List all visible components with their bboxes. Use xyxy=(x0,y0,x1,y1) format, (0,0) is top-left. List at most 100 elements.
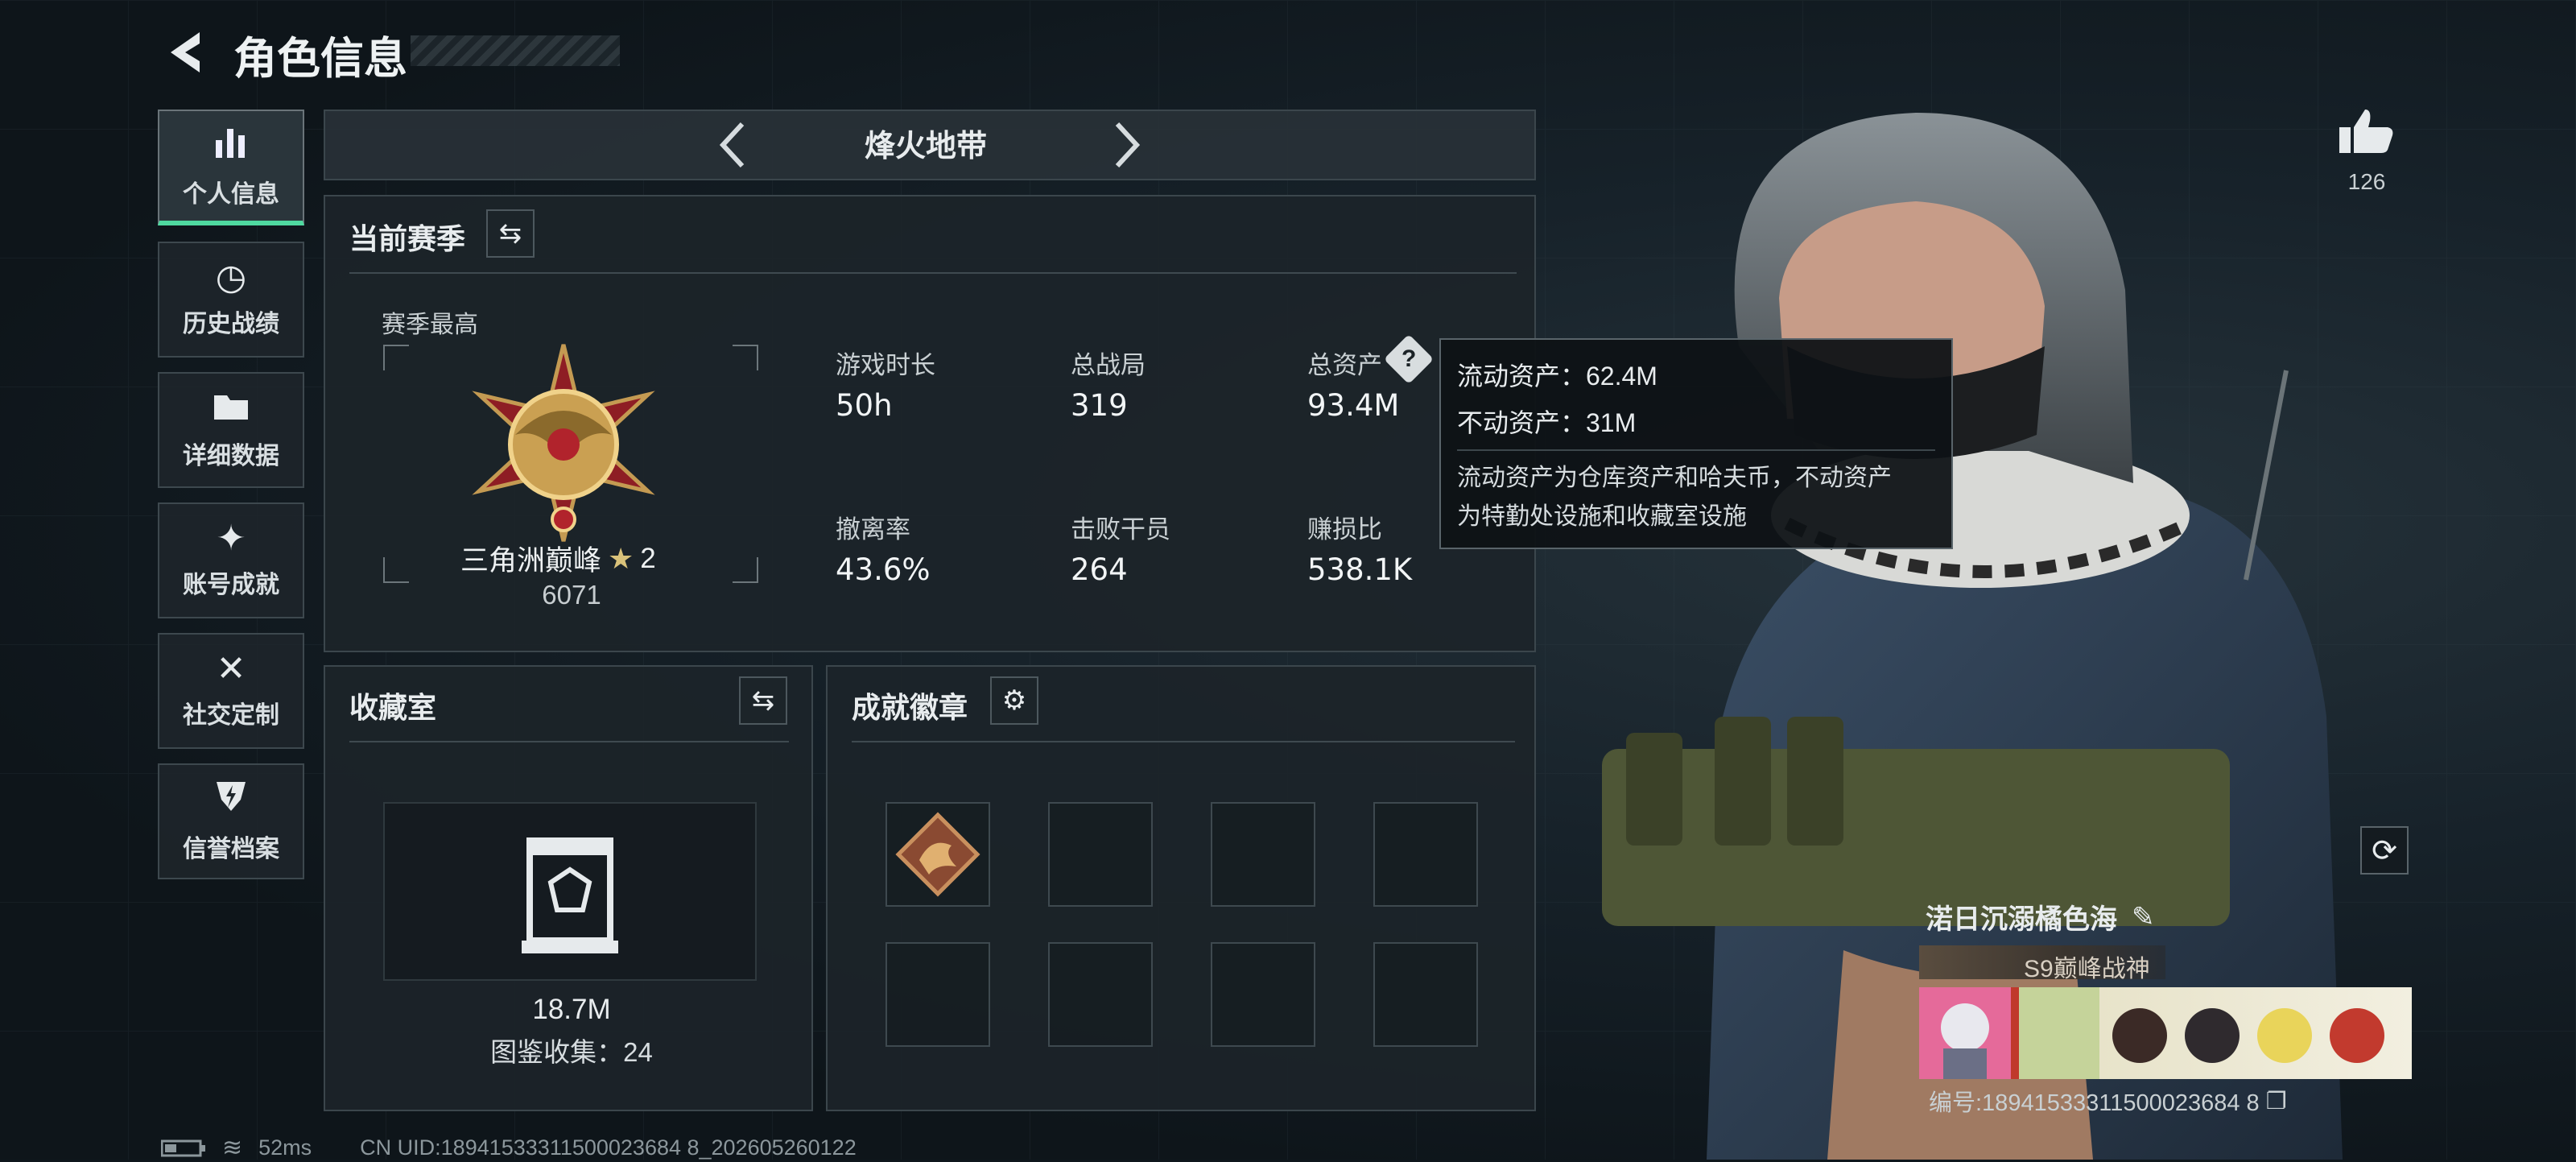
stat-label: 赚损比 xyxy=(1307,515,1382,544)
tooltip-fixed: 不动资产：31M xyxy=(1457,408,1637,437)
stat-value: 538.1K xyxy=(1307,552,1413,587)
sidebar-item-reputation[interactable]: 信誉档案 xyxy=(158,763,304,879)
badge-slot[interactable] xyxy=(1373,802,1478,907)
thumbs-up-icon xyxy=(2339,110,2393,153)
star-icon: ★ xyxy=(608,541,634,575)
status-bar: ≋ 52ms CN UID:18941533311500023684 8_202… xyxy=(161,1134,857,1162)
ping-value: 52ms xyxy=(258,1135,312,1160)
profile-name: 渃日沉溺橘色海 xyxy=(1926,904,2117,935)
title-badge-text: S9巅峰战神 xyxy=(2024,956,2150,982)
asset-tooltip: 流动资产：62.4M 不动资产：31M 流动资产为仓库资产和哈夫币，不动资产 为… xyxy=(1439,338,1953,549)
like-button[interactable] xyxy=(2334,105,2407,161)
profile-id: 编号:18941533311500023684 8 xyxy=(1929,1090,2260,1116)
rank-score: 6071 xyxy=(542,580,601,610)
badge-slot[interactable] xyxy=(1048,802,1153,907)
rank-name-row: 三角洲巅峰 ★ 2 xyxy=(460,538,656,579)
sidebar-item-label: 信誉档案 xyxy=(183,836,279,862)
page-title: 角色信息 xyxy=(233,35,407,83)
profile-name-row: 渃日沉溺橘色海 ✎ xyxy=(1926,897,2155,937)
badge-slot[interactable] xyxy=(1211,942,1315,1047)
achievement-gem-icon: ✦ xyxy=(216,519,246,558)
collection-value: 18.7M xyxy=(532,994,611,1025)
frame-corner xyxy=(733,557,758,583)
season-title: 当前赛季 xyxy=(349,222,466,255)
wifi-icon: ≋ xyxy=(222,1135,243,1161)
profile-banner[interactable] xyxy=(1919,987,2412,1079)
tools-icon: ✕ xyxy=(216,649,246,689)
profile-id-row: 编号:18941533311500023684 8 ❐ xyxy=(1929,1084,2287,1118)
season-best-label: 赛季最高 xyxy=(382,312,478,338)
battery-icon xyxy=(161,1139,205,1156)
gear-icon: ⚙ xyxy=(1001,685,1027,716)
switch-arrows-icon: ⇆ xyxy=(498,218,522,249)
mode-prev-button[interactable] xyxy=(708,114,757,176)
badge-slot[interactable] xyxy=(886,942,990,1047)
frame-corner xyxy=(383,557,409,583)
stat-value: 93.4M xyxy=(1307,388,1400,423)
refresh-icon: ⟳ xyxy=(2372,833,2397,868)
divider xyxy=(349,741,789,742)
rank-stars: 2 xyxy=(640,542,656,574)
sidebar-item-social-custom[interactable]: ✕ 社交定制 xyxy=(158,633,304,749)
mode-next-button[interactable] xyxy=(1103,114,1151,176)
tooltip-liquid: 流动资产：62.4M xyxy=(1457,362,1657,391)
refresh-button[interactable]: ⟳ xyxy=(2360,826,2409,875)
divider xyxy=(852,741,1515,742)
stat-label: 击败干员 xyxy=(1071,515,1170,544)
stat-label: 游戏时长 xyxy=(836,351,935,379)
dragon-badge-icon xyxy=(895,812,980,897)
badge-slot[interactable] xyxy=(886,802,990,907)
back-button[interactable] xyxy=(161,24,225,81)
tooltip-desc-2: 为特勤处设施和收藏室设施 xyxy=(1457,503,1747,530)
stat-value: 50h xyxy=(836,388,893,423)
collection-title: 收藏室 xyxy=(349,691,437,724)
stat-label: 总资产 xyxy=(1307,351,1382,379)
pencil-icon: ✎ xyxy=(2132,901,2155,932)
badges-title: 成就徽章 xyxy=(852,691,968,724)
tooltip-divider xyxy=(1457,449,1935,451)
tooltip-desc-1: 流动资产为仓库资产和哈夫币，不动资产 xyxy=(1457,465,1892,491)
sidebar-item-history[interactable]: ◷ 历史战绩 xyxy=(158,242,304,358)
sidebar-item-account-achievements[interactable]: ✦ 账号成就 xyxy=(158,502,304,618)
shield-lightning-icon xyxy=(213,779,249,821)
stat-value: 319 xyxy=(1071,388,1128,423)
frame-corner xyxy=(733,345,758,370)
frame-corner xyxy=(383,345,409,370)
sidebar-item-label: 详细数据 xyxy=(183,443,279,469)
banner-art xyxy=(2019,987,2412,1079)
stat-value: 264 xyxy=(1071,552,1128,587)
collection-switch-button[interactable]: ⇆ xyxy=(739,676,787,725)
sidebar-item-label: 账号成就 xyxy=(183,572,279,598)
switch-arrows-icon: ⇆ xyxy=(751,685,775,716)
badge-slot[interactable] xyxy=(1373,942,1478,1047)
sidebar-item-label: 历史战绩 xyxy=(183,311,279,337)
avatar xyxy=(1919,987,2011,1079)
badge-slot[interactable] xyxy=(1048,942,1153,1047)
stat-label: 撤离率 xyxy=(836,515,910,544)
chevron-right-icon xyxy=(1115,122,1141,168)
bar-chart-icon xyxy=(213,122,250,166)
uid-text: CN UID:18941533311500023684 8_2026052601… xyxy=(360,1135,857,1160)
sidebar-item-label: 个人信息 xyxy=(183,181,279,208)
history-clock-icon: ◷ xyxy=(215,258,247,297)
sidebar-item-detailed-data[interactable]: 详细数据 xyxy=(158,372,304,488)
edit-name-button[interactable]: ✎ xyxy=(2132,901,2155,933)
folder-icon xyxy=(213,389,250,428)
stat-value: 43.6% xyxy=(836,552,931,587)
stat-label: 总战局 xyxy=(1071,351,1146,379)
mode-label: 烽火地带 xyxy=(864,130,987,163)
divider xyxy=(349,272,1517,274)
badge-slot[interactable] xyxy=(1211,802,1315,907)
rank-name: 三角洲巅峰 xyxy=(460,545,602,577)
sidebar-item-label: 社交定制 xyxy=(183,702,279,729)
copy-icon[interactable]: ❐ xyxy=(2266,1087,2287,1115)
rank-emblem-icon xyxy=(472,344,655,542)
collection-count: 图鉴收集：24 xyxy=(490,1037,653,1067)
sidebar-item-personal-info[interactable]: 个人信息 xyxy=(158,110,304,225)
title-decoration xyxy=(411,35,620,66)
badges-settings-button[interactable]: ⚙ xyxy=(990,676,1038,725)
season-switch-button[interactable]: ⇆ xyxy=(486,209,535,258)
back-arrow-icon xyxy=(171,32,200,72)
title-badge: S9巅峰战神 xyxy=(1919,945,2165,982)
display-case-icon xyxy=(522,837,618,953)
